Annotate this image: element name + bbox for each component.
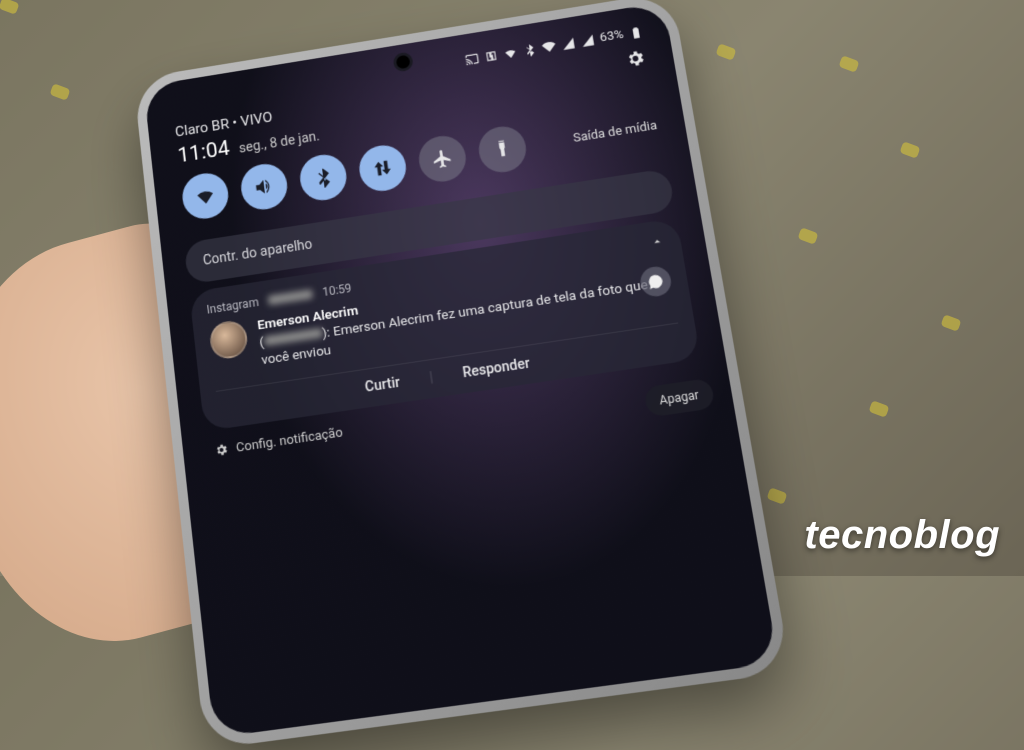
wifi-icon: [194, 184, 217, 208]
airplane-icon: [430, 147, 454, 171]
speaker-icon: [252, 175, 275, 199]
signal2-icon: [580, 33, 596, 48]
data-toggle[interactable]: [357, 142, 409, 194]
notification-time: 10:59: [322, 281, 353, 299]
reply-action[interactable]: Responder: [462, 355, 531, 381]
flashlight-toggle[interactable]: [476, 123, 529, 175]
notification-app: Instagram: [206, 295, 260, 316]
time-label: 11:04: [177, 137, 231, 168]
bluetooth-icon: [311, 166, 335, 190]
sound-toggle[interactable]: [239, 161, 290, 213]
chevron-up-icon[interactable]: [649, 234, 665, 250]
phone-body: 63% Claro BR • VIVO 11:04 seg., 8 de jan…: [137, 0, 786, 745]
watermark: tecnoblog: [804, 513, 1000, 558]
wifi-status-icon: [503, 45, 518, 60]
bluetooth-toggle[interactable]: [297, 152, 349, 204]
signal-icon: [560, 36, 576, 51]
battery-icon: [628, 25, 644, 40]
data-arrows-icon: [371, 156, 395, 180]
redacted-account: [268, 289, 314, 305]
battery-text: 63%: [599, 28, 625, 46]
device-controls-label: Contr. do aparelho: [202, 237, 313, 269]
avatar: [208, 319, 249, 361]
flashlight-icon: [490, 137, 514, 161]
date-label: seg., 8 de jan.: [238, 129, 320, 157]
like-action[interactable]: Curtir: [364, 374, 401, 395]
wifi-calling-icon: [541, 39, 557, 54]
gear-small-icon: [214, 442, 229, 458]
notification-settings-link[interactable]: Config. notificação: [235, 425, 343, 455]
nfc-icon: [483, 48, 498, 63]
bluetooth-status-icon: [522, 42, 537, 57]
cast-icon: [464, 51, 479, 66]
wifi-toggle[interactable]: [180, 170, 231, 222]
airplane-toggle[interactable]: [416, 133, 469, 185]
clear-all-label: Apagar: [658, 388, 699, 408]
media-output-link[interactable]: Saída de mídia: [572, 118, 658, 145]
gear-icon[interactable]: [624, 48, 647, 70]
